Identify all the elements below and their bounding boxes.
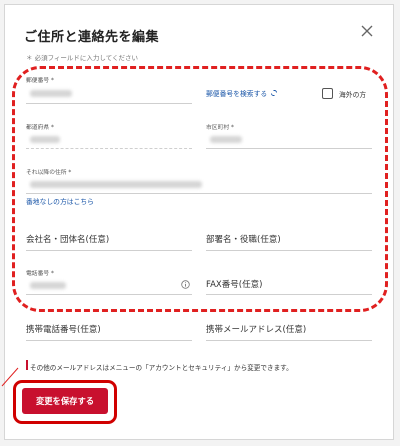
mobile-phone-input[interactable]: 携帯電話番号(任意): [26, 318, 192, 341]
mobile-email-input[interactable]: 携帯メールアドレス(任意): [206, 318, 372, 341]
required-note: ＊ 必須フィールドに入力してください: [26, 54, 139, 62]
close-icon[interactable]: [360, 24, 374, 38]
dialog-title: ご住所と連絡先を編集: [24, 30, 160, 45]
highlight-outline: [12, 66, 388, 312]
note-marker: [26, 360, 28, 370]
email-note: その他のメールアドレスはメニューの「アカウントとセキュリティ」から変更できます。: [30, 364, 293, 372]
mobile-phone-placeholder: 携帯電話番号(任意): [26, 325, 101, 335]
save-button[interactable]: 変更を保存する: [22, 388, 108, 414]
mobile-email-placeholder: 携帯メールアドレス(任意): [206, 325, 307, 335]
